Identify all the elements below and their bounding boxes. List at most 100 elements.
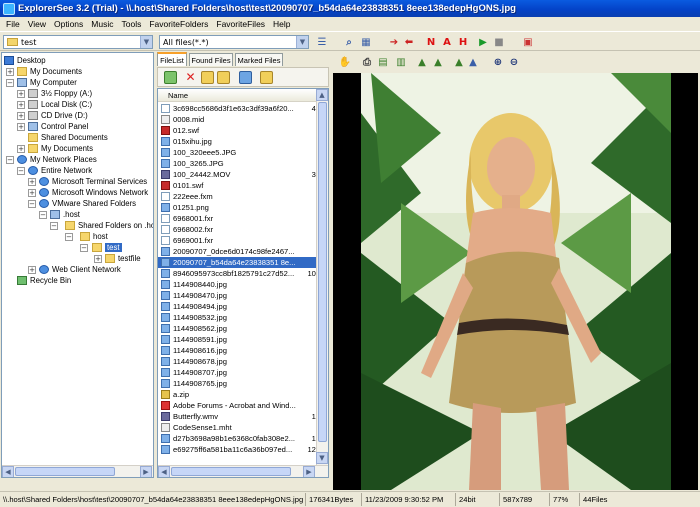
- menu-music[interactable]: Music: [87, 19, 117, 29]
- menu-tools[interactable]: Tools: [117, 19, 145, 29]
- collapse-icon[interactable]: −: [65, 233, 73, 241]
- tab-filelist[interactable]: FileList: [157, 52, 187, 66]
- file-row[interactable]: 01251.png: [158, 202, 318, 213]
- file-row[interactable]: CodeSense1.mht: [158, 422, 318, 433]
- rotate-left-icon[interactable]: ▲: [415, 55, 429, 69]
- tree-node-my-documents[interactable]: My Documents: [17, 66, 82, 77]
- mirror-icon[interactable]: ▲: [466, 55, 480, 69]
- file-row[interactable]: 1144908591.jpg: [158, 334, 318, 345]
- tree-node-host-folder[interactable]: host: [80, 231, 108, 242]
- tree-node-shared-documents[interactable]: Shared Documents: [28, 132, 108, 143]
- tree-node-cd-drive[interactable]: CD Drive (D:): [28, 110, 88, 121]
- play-icon[interactable]: ▶: [476, 35, 490, 49]
- expand-icon[interactable]: +: [17, 101, 25, 109]
- tree-node-terminal-services[interactable]: Microsoft Terminal Services: [39, 176, 147, 187]
- tree-node-web-client-network[interactable]: Web Client Network: [39, 264, 121, 275]
- tree-node-control-panel[interactable]: Control Panel: [28, 121, 88, 132]
- file-row[interactable]: Butterfly.wmv 1,: [158, 411, 318, 422]
- scroll-right-icon[interactable]: ▶: [303, 466, 315, 477]
- tree-horizontal-scrollbar[interactable]: ◀ ▶: [2, 465, 153, 477]
- expand-icon[interactable]: +: [17, 145, 25, 153]
- view-mode-icon[interactable]: ☰: [315, 35, 329, 49]
- menu-favorite-files[interactable]: FavoriteFiles: [212, 19, 269, 29]
- tree-node-recycle-bin[interactable]: Recycle Bin: [17, 275, 71, 286]
- zoom-in-icon[interactable]: ⊕: [491, 55, 505, 69]
- move-to-folder-icon[interactable]: [217, 71, 230, 84]
- expand-icon[interactable]: +: [17, 123, 25, 131]
- file-row[interactable]: 1144908494.jpg: [158, 301, 318, 312]
- image-edit-icon[interactable]: ▤: [376, 55, 390, 69]
- file-row[interactable]: 1144908440.jpg: [158, 279, 318, 290]
- menu-file[interactable]: File: [2, 19, 24, 29]
- delete-icon[interactable]: ✕: [184, 71, 197, 84]
- tree-node-entire-network[interactable]: Entire Network: [28, 165, 92, 176]
- image-viewer[interactable]: [333, 73, 698, 490]
- file-row[interactable]: 0008.mid: [158, 114, 318, 125]
- tree-node-vmware-shared-folders[interactable]: VMware Shared Folders: [39, 198, 136, 209]
- tree-node-host[interactable]: .host: [50, 209, 80, 220]
- refresh-icon[interactable]: [239, 71, 252, 84]
- flip-icon[interactable]: ▲: [452, 55, 466, 69]
- scroll-thumb[interactable]: [318, 102, 327, 442]
- print-icon[interactable]: ⎙: [360, 55, 374, 69]
- collapse-icon[interactable]: −: [39, 211, 47, 219]
- file-row[interactable]: 1144908470.jpg: [158, 290, 318, 301]
- scroll-left-icon[interactable]: ◀: [158, 466, 170, 477]
- column-header-name[interactable]: Name: [168, 91, 188, 100]
- menu-help[interactable]: Help: [269, 19, 294, 29]
- expand-icon[interactable]: +: [28, 189, 36, 197]
- picture-icon[interactable]: ▣: [521, 35, 535, 49]
- scroll-up-icon[interactable]: ▲: [316, 89, 328, 101]
- folder-tree[interactable]: Desktop + My Documents − My Computer + 3…: [1, 52, 154, 478]
- expand-icon[interactable]: +: [28, 178, 36, 186]
- file-row[interactable]: 1144908532.jpg: [158, 312, 318, 323]
- scroll-right-icon[interactable]: ▶: [140, 466, 152, 477]
- file-row[interactable]: 3c698cc5686d3f1e63c3df39a6f20... 4,: [158, 103, 318, 114]
- rotate-right-icon[interactable]: ▲: [431, 55, 445, 69]
- menu-view[interactable]: View: [24, 19, 50, 29]
- file-row[interactable]: e69275ff6a581ba11c6a36b097ed... 12,: [158, 444, 318, 455]
- file-row[interactable]: 20090707_b54da64e23838351 8e...: [158, 257, 318, 268]
- tree-node-my-documents-2[interactable]: My Documents: [28, 143, 93, 154]
- letter-a-icon[interactable]: A: [440, 35, 454, 49]
- tab-marked-files[interactable]: Marked Files: [235, 53, 283, 66]
- file-row[interactable]: 1144908765.jpg: [158, 378, 318, 389]
- file-row[interactable]: 012.swf: [158, 125, 318, 136]
- scroll-thumb[interactable]: [15, 467, 115, 476]
- collapse-icon[interactable]: −: [50, 222, 58, 230]
- scroll-down-icon[interactable]: ▼: [316, 452, 328, 464]
- file-row[interactable]: 222eee.fxm: [158, 191, 318, 202]
- file-row[interactable]: 1144908707.jpg: [158, 367, 318, 378]
- file-row[interactable]: 100_24442.MOV 3,: [158, 169, 318, 180]
- expand-icon[interactable]: +: [6, 68, 14, 76]
- tab-found-files[interactable]: Found Files: [189, 53, 233, 66]
- tree-node-shared-folders-on-host[interactable]: Shared Folders on .ho: [65, 220, 153, 231]
- scroll-left-icon[interactable]: ◀: [2, 466, 14, 477]
- arrow-right-icon[interactable]: ➔: [387, 35, 401, 49]
- hand-icon[interactable]: ✋: [338, 55, 352, 69]
- tree-node-desktop[interactable]: Desktop: [4, 55, 46, 66]
- tree-node-test[interactable]: test: [92, 242, 122, 253]
- zoom-out-icon[interactable]: ⊖: [507, 55, 521, 69]
- tree-node-local-disk[interactable]: Local Disk (C:): [28, 99, 92, 110]
- expand-icon[interactable]: +: [28, 266, 36, 274]
- folder-combo[interactable]: test ▼: [3, 35, 153, 49]
- file-row[interactable]: 100_3265.JPG: [158, 158, 318, 169]
- expand-icon[interactable]: +: [17, 112, 25, 120]
- file-row[interactable]: 100_320eee5.JPG: [158, 147, 318, 158]
- collapse-icon[interactable]: −: [17, 167, 25, 175]
- stop-icon[interactable]: ■: [492, 35, 506, 49]
- collapse-icon[interactable]: −: [80, 244, 88, 252]
- file-row[interactable]: 20090707_0dce6d0174c98fe2467...: [158, 246, 318, 257]
- file-row[interactable]: Adobe Forums - Acrobat and Wind...: [158, 400, 318, 411]
- file-row[interactable]: d27b3698a98b1e6368c0fab308e2... 1,: [158, 433, 318, 444]
- expand-icon[interactable]: +: [17, 90, 25, 98]
- filter-combo[interactable]: All files(*.*) ▼: [159, 35, 309, 49]
- file-list-horizontal-scrollbar[interactable]: ◀ ▶: [158, 465, 328, 477]
- chevron-down-icon[interactable]: ▼: [140, 36, 152, 48]
- collapse-icon[interactable]: −: [6, 79, 14, 87]
- file-row[interactable]: 6968002.fxr: [158, 224, 318, 235]
- image-info-icon[interactable]: ▥: [394, 55, 408, 69]
- tree-node-my-network-places[interactable]: My Network Places: [17, 154, 97, 165]
- folder-up-icon[interactable]: [164, 71, 177, 84]
